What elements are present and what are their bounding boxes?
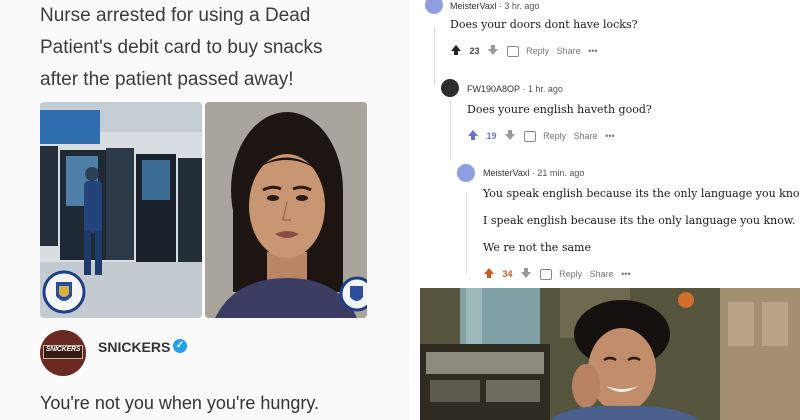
comment-username[interactable]: MeisterVaxl [483, 168, 529, 178]
comment-username[interactable]: FW190A8OP [467, 84, 520, 94]
cctv-scene-image [40, 102, 202, 318]
comment-time: 1 hr. ago [527, 84, 563, 94]
more-options-icon[interactable]: ••• [605, 131, 614, 141]
post-headline: Nurse arrested for using a Dead Patient'… [40, 0, 400, 96]
brand-row: SNICKERS SNICKERS ✓ [40, 330, 380, 376]
thread-line [434, 26, 435, 86]
share-button[interactable]: Share [590, 269, 614, 279]
avatar-icon[interactable] [441, 79, 459, 97]
mugshot-photo [205, 102, 367, 318]
share-button[interactable]: Share [574, 131, 598, 141]
brand-name[interactable]: SNICKERS [98, 339, 170, 355]
comment-meta: MeisterVaxl · 21 min. ago [483, 168, 585, 178]
tweet-panel: Nurse arrested for using a Dead Patient'… [0, 0, 410, 420]
upvote-icon[interactable] [467, 129, 479, 143]
thread-line [450, 100, 451, 160]
downvote-icon[interactable] [520, 267, 532, 281]
tweet-text: You're not you when you're hungry. [40, 393, 320, 413]
headline-line: after the patient passed away! [40, 69, 294, 90]
avatar-icon[interactable] [425, 0, 443, 14]
comment-actions: 34 Reply Share ••• [483, 267, 636, 281]
downvote-icon[interactable] [487, 44, 499, 58]
mugshot-image [205, 102, 367, 318]
more-options-icon[interactable]: ••• [621, 269, 630, 279]
comment-body: Does your doors dont have locks? [450, 18, 638, 31]
upvote-icon[interactable] [450, 44, 462, 58]
reply-button[interactable]: Reply [526, 46, 549, 56]
comment-username[interactable]: MeisterVaxl [450, 1, 496, 11]
comment-meta: MeisterVaxl · 3 hr. ago [450, 1, 540, 11]
comment-actions: 23 Reply Share ••• [450, 44, 603, 58]
comment-body: I speak english because its the only lan… [483, 214, 796, 227]
share-button[interactable]: Share [557, 46, 581, 56]
downvote-icon[interactable] [504, 129, 516, 143]
verified-check-icon: ✓ [173, 339, 187, 353]
comment-meta: FW190A8OP · 1 hr. ago [467, 84, 563, 94]
thread-line [466, 192, 467, 274]
comments-panel: MeisterVaxl · 3 hr. ago Does your doors … [420, 0, 800, 285]
headline-line: Nurse arrested for using a Dead [40, 5, 311, 26]
snickers-logo-avatar[interactable]: SNICKERS [40, 330, 86, 376]
reply-button[interactable]: Reply [559, 269, 582, 279]
reply-icon[interactable] [523, 130, 536, 142]
headline-line: Patient's debit card to buy snacks [40, 37, 323, 58]
comment-body: Does youre english haveth good? [467, 103, 652, 116]
more-options-icon[interactable]: ••• [588, 46, 597, 56]
smiling-man-scene [420, 288, 800, 420]
comment-time: 21 min. ago [537, 168, 585, 178]
comment-body: You speak english because its the only l… [483, 187, 800, 200]
cctv-photo [40, 102, 202, 318]
comment-actions: 19 Reply Share ••• [467, 129, 620, 143]
avatar-icon[interactable] [457, 164, 475, 182]
reply-button[interactable]: Reply [543, 131, 566, 141]
vote-count: 34 [502, 269, 513, 279]
upvote-icon[interactable] [483, 267, 495, 281]
reply-icon[interactable] [539, 268, 552, 280]
vote-count: 23 [469, 46, 480, 56]
comment-body: We re not the same [483, 241, 591, 254]
meme-still-image [420, 288, 800, 420]
reply-icon[interactable] [506, 45, 519, 57]
comment-time: 3 hr. ago [504, 1, 540, 11]
vote-count: 19 [486, 131, 497, 141]
logo-text: SNICKERS [45, 346, 81, 353]
